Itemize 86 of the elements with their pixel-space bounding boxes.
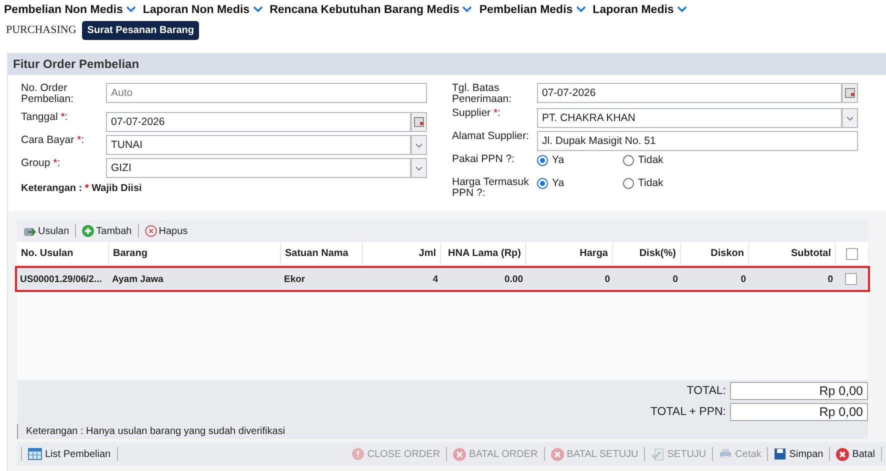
field-label: Supplier *:	[452, 108, 502, 119]
dropdown-button[interactable]	[842, 108, 858, 128]
column-header: HNA Lama (Rp)	[441, 242, 526, 264]
date-field[interactable]: 07-07-2026	[537, 83, 842, 103]
cancel-icon	[836, 448, 850, 460]
table-icon	[28, 448, 42, 460]
menu-item[interactable]: Laporan Medis	[592, 4, 687, 16]
table-cell-text: Ayam Jawa	[111, 274, 164, 284]
cancel-icon	[453, 448, 466, 460]
chevron-down-icon	[126, 6, 136, 13]
menu-item[interactable]: Rencana Kebutuhan Barang Medis	[270, 4, 472, 16]
radio-option[interactable]: Tidak	[623, 154, 709, 166]
column-header: Diskon	[681, 242, 749, 264]
chevron-down-icon	[676, 6, 687, 13]
chevron-down-icon	[415, 166, 423, 170]
save-icon	[774, 448, 786, 460]
cancel-icon	[550, 448, 564, 460]
menu-item[interactable]: Pembelian Non Medis	[4, 4, 136, 16]
list-button[interactable]: List Pembelian	[26, 448, 113, 460]
table-cell-text: Ekor	[283, 274, 306, 284]
chevron-down-icon	[415, 142, 423, 148]
print-icon	[719, 448, 732, 460]
table-cell-text: 0	[672, 274, 679, 284]
page-tab[interactable]: Surat Pesanan Barang	[82, 20, 200, 40]
delete-icon	[144, 225, 157, 237]
footer-note: Keterangan : Hanya usulan barang yang sudah diverifikasi	[17, 424, 868, 439]
alert-icon	[352, 448, 364, 460]
field-label: Group *:	[21, 158, 62, 169]
check-document-icon	[651, 448, 664, 460]
column-header: Barang	[109, 242, 281, 264]
total-label: TOTAL:	[686, 385, 726, 397]
date-field[interactable]: 07-07-2026	[106, 112, 411, 132]
dropdown-field[interactable]: TUNAI	[106, 135, 411, 155]
toolbar-button[interactable]: Hapus	[142, 225, 190, 237]
chevron-down-icon	[252, 6, 263, 13]
column-header: Jml	[363, 242, 441, 264]
toolbar-button[interactable]: Tambah	[80, 225, 134, 237]
total-value: Rp 0,00	[730, 382, 868, 400]
field-label: Pakai PPN ?:	[452, 154, 516, 165]
field-label: Tgl. Batas Penerimaan:	[452, 83, 513, 105]
calendar-icon	[414, 117, 424, 127]
dropdown-field[interactable]: PT. CHAKRA KHAN	[537, 108, 842, 128]
table-cell-text: 0	[604, 274, 611, 284]
dropdown-button[interactable]	[411, 135, 427, 155]
menu-item[interactable]: Pembelian Medis	[479, 4, 586, 16]
panel-title: Fitur Order Pembelian	[8, 53, 886, 75]
chevron-down-icon	[462, 6, 472, 13]
input-field[interactable]: Jl. Dupak Masigit No. 51	[537, 131, 858, 151]
field-label: No. Order Pembelian:	[21, 83, 75, 105]
table-cell-text: 0	[740, 274, 747, 284]
column-header: Subtotal	[749, 242, 836, 264]
dropdown-field[interactable]: GIZI	[106, 158, 411, 178]
breadcrumb-text: PURCHASING	[6, 24, 76, 36]
radio-option[interactable]: Ya	[537, 177, 623, 189]
toolbar-button[interactable]: Usulan	[21, 226, 72, 236]
total-value: Rp 0,00	[730, 403, 868, 421]
checkbox[interactable]	[846, 248, 858, 260]
radio-option[interactable]: Ya	[537, 154, 623, 166]
table-cell-text: 4	[432, 274, 439, 284]
table-row[interactable]: US00001.29/06/2... Ayam Jawa Ekor 4 0.00 0 0 0 0	[17, 268, 868, 290]
dropdown-button[interactable]	[411, 158, 427, 178]
chevron-down-icon	[846, 116, 854, 120]
column-header: Harga	[526, 242, 613, 264]
table-cell-text: 0	[826, 274, 834, 284]
calendar-icon	[845, 88, 855, 98]
table-cell-text: US00001.29/06/2...	[19, 274, 103, 284]
radio-option[interactable]: Tidak	[623, 177, 709, 189]
column-header: No. Usulan	[17, 242, 109, 264]
action-button[interactable]: Batal	[834, 448, 877, 460]
column-header: Disk(%)	[613, 242, 681, 264]
field-label: Cara Bayar *:	[21, 135, 86, 146]
required-note: Keterangan : * Wajib Diisi	[21, 183, 143, 194]
table-cell-text: 0.00	[504, 274, 524, 284]
checkbox[interactable]	[845, 273, 857, 285]
chevron-down-icon	[576, 6, 586, 13]
menu-item[interactable]: Laporan Non Medis	[142, 4, 263, 16]
input-field[interactable]: Auto	[106, 83, 427, 103]
date-picker-button[interactable]	[842, 83, 858, 103]
add-icon	[82, 225, 94, 237]
field-label: Harga Termasuk PPN ?:	[452, 177, 530, 199]
column-header: Satuan Nama	[281, 242, 363, 264]
field-label: Tanggal *:	[21, 112, 69, 123]
total-label: TOTAL + PPN:	[650, 406, 726, 418]
action-button[interactable]: Simpan	[772, 448, 826, 460]
field-label: Alamat Supplier:	[452, 131, 530, 142]
date-picker-button[interactable]	[411, 112, 427, 132]
